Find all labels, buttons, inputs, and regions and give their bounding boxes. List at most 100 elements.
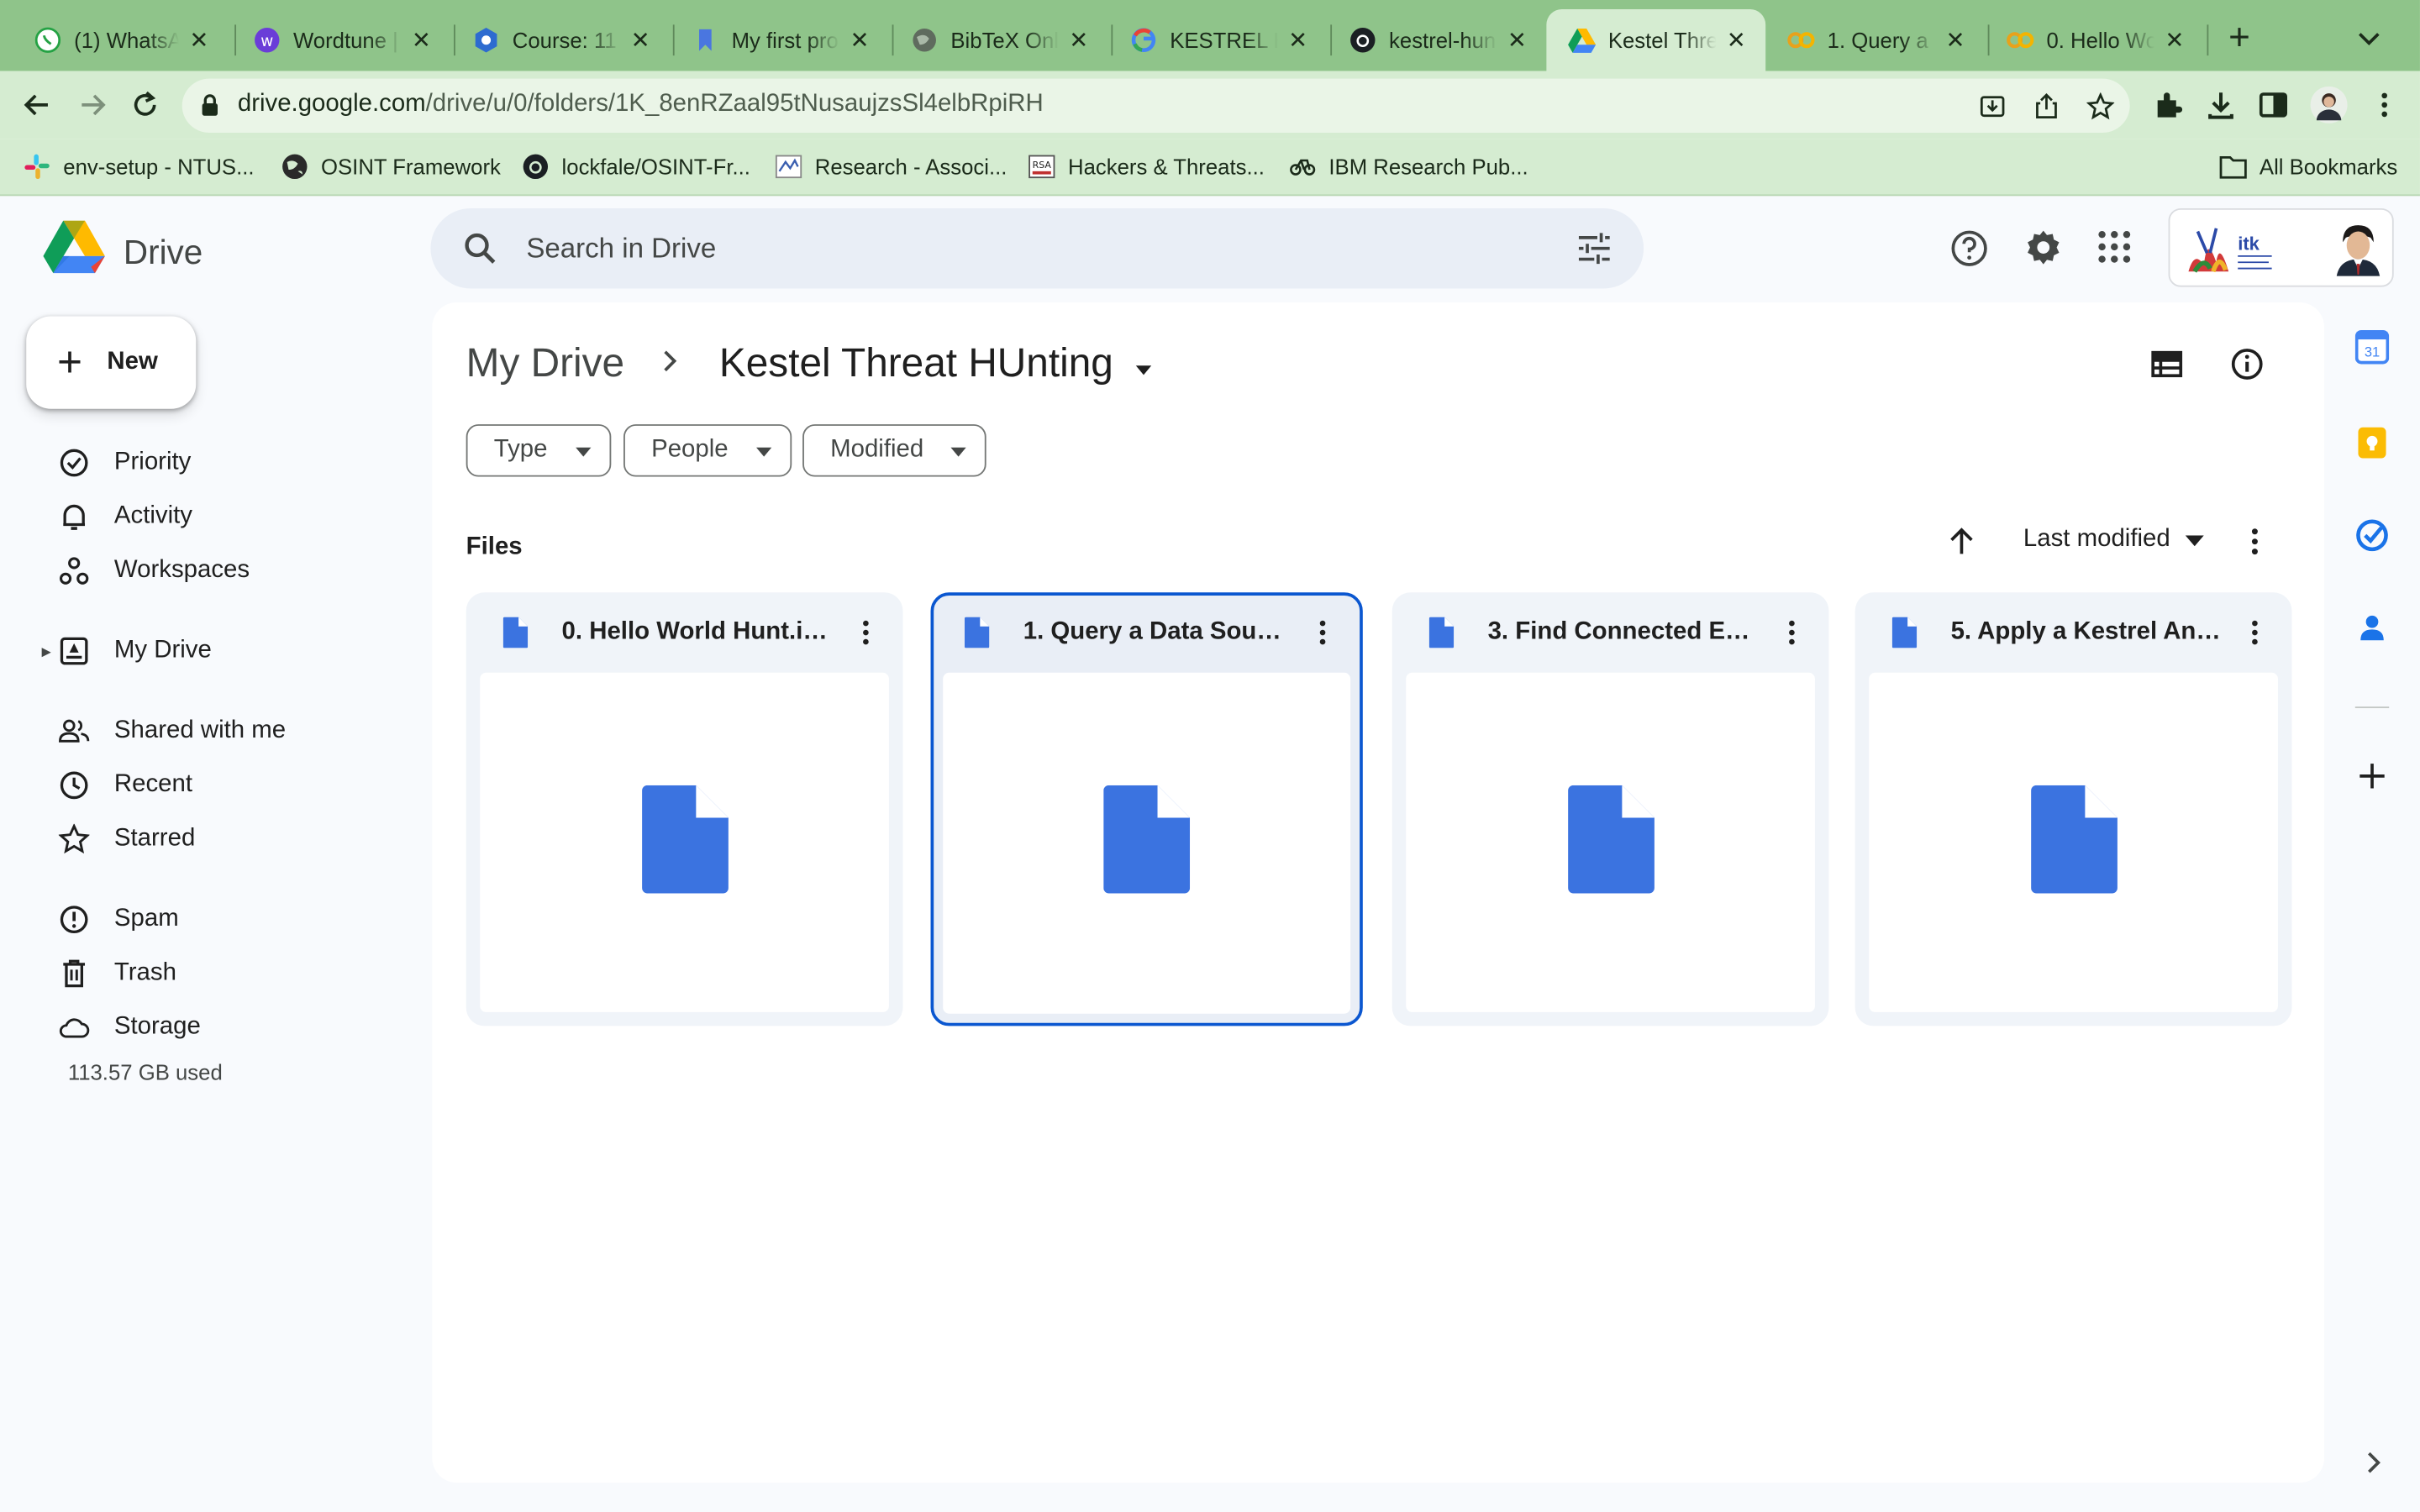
more-vert-icon[interactable]: [2236, 614, 2273, 651]
account-switcher[interactable]: itk: [2168, 207, 2394, 287]
sidebar-item-recent[interactable]: Recent: [0, 760, 386, 810]
close-icon[interactable]: ✕: [2160, 26, 2188, 54]
bookmarks-bar: env-setup - NTUS... OSINT Framework lock…: [0, 139, 2420, 197]
back-icon[interactable]: [18, 87, 55, 123]
file-thumbnail[interactable]: [943, 672, 1351, 1014]
bookmark-item[interactable]: Research - Associ...: [775, 153, 1007, 181]
search-bar[interactable]: [430, 207, 1644, 289]
sidebar-item-starred[interactable]: Starred: [0, 815, 386, 864]
install-icon[interactable]: [1979, 92, 2007, 120]
list-view-icon[interactable]: [2149, 345, 2186, 382]
file-thumbnail[interactable]: [1869, 672, 2278, 1012]
browser-tab[interactable]: KESTREL H ✕: [1108, 9, 1328, 71]
url-path: /drive/u/0/folders/1K_8enRZaal95tNusaujz…: [425, 91, 1044, 118]
close-icon[interactable]: ✕: [1065, 26, 1092, 54]
tab-title: 0. Hello Wo: [2046, 28, 2155, 53]
address-bar[interactable]: drive.google.com/drive/u/0/folders/1K_8e…: [182, 78, 2130, 133]
new-button[interactable]: + New: [26, 316, 197, 409]
contacts-icon[interactable]: [2355, 611, 2389, 644]
close-icon[interactable]: ✕: [1942, 26, 1970, 54]
bookmark-item[interactable]: IBM Research Pub...: [1289, 153, 1528, 181]
browser-tab[interactable]: 1. Query a ✕: [1765, 9, 1985, 71]
chevron-right-icon[interactable]: [2361, 1450, 2386, 1474]
close-icon[interactable]: ✕: [1723, 26, 1750, 54]
sidebar-item-shared-with-me[interactable]: Shared with me: [0, 706, 386, 756]
star-icon[interactable]: [2086, 92, 2115, 120]
keep-icon[interactable]: [2355, 426, 2389, 459]
sidebar-item-storage[interactable]: Storage: [0, 1003, 386, 1053]
apps-grid-icon[interactable]: [2096, 228, 2136, 269]
close-icon[interactable]: ✕: [627, 26, 655, 54]
file-thumbnail[interactable]: [1406, 672, 1815, 1012]
bookmark-item[interactable]: lockfale/OSINT-Fr...: [522, 153, 750, 181]
profile-avatar[interactable]: [2310, 86, 2348, 123]
sidebar-item-label: Priority: [113, 449, 192, 475]
browser-tab[interactable]: 0. Hello Wo ✕: [1985, 9, 2204, 71]
bookmark-item[interactable]: OSINT Framework: [281, 153, 501, 181]
settings-icon[interactable]: [2023, 228, 2064, 269]
sort-direction-icon[interactable]: [1944, 524, 1978, 558]
google-doc-icon: [964, 617, 990, 648]
filter-modified[interactable]: Modified: [802, 424, 987, 477]
drive-logo[interactable]: Drive: [43, 220, 203, 284]
sidebar-item-workspaces[interactable]: Workspaces: [0, 546, 386, 596]
browser-tab-active[interactable]: Kestel Thre ✕: [1546, 9, 1766, 71]
add-icon[interactable]: [2355, 759, 2389, 793]
file-thumbnail[interactable]: [480, 672, 889, 1012]
new-tab-icon[interactable]: +: [2219, 18, 2260, 59]
info-icon[interactable]: [2228, 345, 2265, 382]
close-icon[interactable]: ✕: [846, 26, 874, 54]
more-vert-icon[interactable]: [847, 614, 884, 651]
forward-icon[interactable]: [74, 87, 111, 123]
file-card-selected[interactable]: 1. Query a Data Source.ipynb: [930, 592, 1363, 1026]
browser-tab[interactable]: Course: 11 ✕: [450, 9, 670, 71]
sidebar-item-priority[interactable]: Priority: [0, 438, 386, 488]
bookmark-item[interactable]: RSA Hackers & Threats...: [1028, 153, 1265, 181]
expand-arrow-icon[interactable]: ▶: [42, 644, 51, 659]
sort-menu[interactable]: Last modified: [2023, 526, 2205, 554]
browser-tab[interactable]: (1) WhatsApp ✕: [13, 9, 229, 71]
sidebar-item-spam[interactable]: Spam: [0, 895, 386, 944]
browser-tab[interactable]: BibTeX Onl ✕: [889, 9, 1108, 71]
chevron-down-icon[interactable]: [2352, 22, 2386, 55]
more-vert-icon[interactable]: [2367, 88, 2401, 122]
bookmark-item[interactable]: env-setup - NTUS...: [24, 153, 255, 181]
download-icon[interactable]: [2204, 88, 2238, 122]
filter-people[interactable]: People: [623, 424, 792, 477]
breadcrumb-my-drive[interactable]: My Drive: [466, 339, 624, 387]
browser-tab[interactable]: My first pro ✕: [670, 9, 889, 71]
filter-type[interactable]: Type: [466, 424, 611, 477]
more-vert-icon[interactable]: [2238, 524, 2271, 558]
help-icon[interactable]: [1949, 228, 1990, 269]
search-options-icon[interactable]: [1576, 232, 1612, 274]
reload-icon[interactable]: [127, 87, 164, 123]
more-vert-icon[interactable]: [1304, 614, 1341, 651]
avatar[interactable]: [2330, 220, 2386, 284]
file-card[interactable]: 3. Find Connected Entities.ipynb: [1392, 592, 1829, 1026]
folder-title: Kestel Threat HUnting: [718, 339, 1113, 386]
folder-icon: [2219, 153, 2247, 181]
close-icon[interactable]: ✕: [1284, 26, 1312, 54]
sidebar-item-activity[interactable]: Activity: [0, 492, 386, 542]
calendar-icon[interactable]: 31: [2354, 330, 2390, 365]
close-icon[interactable]: ✕: [408, 26, 435, 54]
extensions-icon[interactable]: [2151, 88, 2185, 122]
all-bookmarks[interactable]: All Bookmarks: [2219, 153, 2397, 181]
side-panel-icon[interactable]: [2256, 88, 2290, 122]
search-icon[interactable]: [461, 230, 498, 275]
tasks-icon[interactable]: [2355, 518, 2389, 552]
share-icon[interactable]: [2033, 92, 2060, 120]
file-card[interactable]: 0. Hello World Hunt.ipynb: [466, 592, 903, 1026]
more-vert-icon[interactable]: [1773, 614, 1810, 651]
search-input[interactable]: [526, 228, 1453, 269]
sidebar-item-my-drive[interactable]: ▶ My Drive: [0, 627, 386, 676]
google-icon: [1129, 26, 1157, 54]
sidebar-item-trash[interactable]: Trash: [0, 949, 386, 999]
browser-tab[interactable]: kestrel-hun ✕: [1328, 9, 1547, 71]
browser-tab[interactable]: w Wordtune | ✕: [232, 9, 451, 71]
bookmark-label: Research - Associ...: [814, 154, 1007, 180]
file-card[interactable]: 5. Apply a Kestrel Analytics.ipynb: [1854, 592, 2292, 1026]
close-icon[interactable]: ✕: [185, 26, 213, 54]
breadcrumb-current-folder[interactable]: Kestel Threat HUnting: [719, 339, 1154, 387]
close-icon[interactable]: ✕: [1503, 26, 1531, 54]
